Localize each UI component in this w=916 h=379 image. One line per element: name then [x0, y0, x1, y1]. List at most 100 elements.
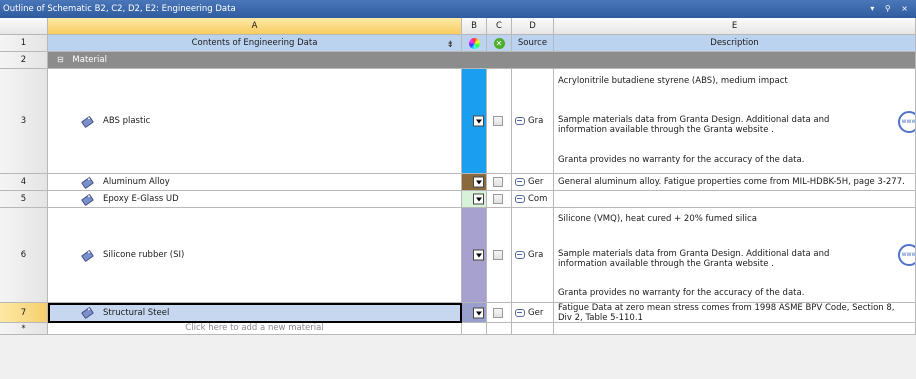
empty-cell — [554, 323, 916, 335]
material-name: Aluminum Alloy — [103, 177, 170, 187]
library-link-icon — [515, 178, 525, 186]
column-header-a[interactable]: A — [48, 18, 462, 35]
description-line: General aluminum alloy. Fatigue properti… — [558, 177, 905, 187]
engineering-data-grid: A B C D E 1 Contents of Engineering Data… — [0, 18, 916, 379]
suppress-checkbox[interactable] — [493, 250, 503, 260]
row-header-2[interactable]: 2 — [0, 52, 48, 69]
material-name: Structural Steel — [103, 307, 170, 318]
material-color-swatch[interactable] — [462, 303, 487, 323]
source-cell[interactable]: Ger — [512, 303, 554, 323]
material-cell[interactable]: ABS plastic — [48, 69, 462, 174]
description-line: Sample materials data from Granta Design… — [558, 249, 830, 269]
suppress-checkbox[interactable] — [493, 177, 503, 187]
suppress-cell — [487, 208, 512, 303]
description-cell[interactable]: General aluminum alloy. Fatigue properti… — [554, 174, 916, 191]
column-header-c[interactable]: C — [487, 18, 512, 35]
library-link-icon — [515, 251, 525, 259]
source-header: Source — [512, 35, 554, 52]
source-text: Ger — [528, 307, 544, 318]
description-header: Description — [554, 35, 916, 52]
row-header-3[interactable]: 3 — [0, 69, 48, 174]
column-header-b[interactable]: B — [462, 18, 487, 35]
suppress-checkbox[interactable] — [493, 194, 503, 204]
material-color-swatch[interactable] — [462, 69, 487, 174]
dropdown-button[interactable] — [473, 249, 484, 261]
dropdown-button[interactable] — [473, 193, 484, 205]
description-line: Granta provides no warranty for the accu… — [558, 155, 805, 165]
description-line: Granta provides no warranty for the accu… — [558, 288, 805, 298]
row-header-1[interactable]: 1 — [0, 35, 48, 52]
description-cell[interactable]: Acrylonitrile butadiene styrene (ABS), m… — [554, 69, 916, 174]
material-tag-icon — [82, 250, 92, 260]
column-header-d[interactable]: D — [512, 18, 554, 35]
row-header-7[interactable]: 7 — [0, 303, 48, 323]
sort-icon[interactable]: ⇟ — [446, 37, 454, 51]
material-color-swatch[interactable] — [462, 208, 487, 303]
material-color-swatch[interactable] — [462, 191, 487, 208]
description-line: Sample materials data from Granta Design… — [558, 115, 830, 135]
suppress-checkbox[interactable] — [493, 307, 503, 318]
panel-title: Outline of Schematic B2, C2, D2, E2: Eng… — [3, 4, 236, 14]
add-material-row[interactable]: Click here to add a new material — [48, 323, 462, 335]
www-link-icon[interactable]: www — [898, 111, 915, 133]
description-line: Fatigue Data at zero mean stress comes f… — [558, 303, 895, 323]
material-cell[interactable]: Silicone rubber (SI) — [48, 208, 462, 303]
row-header-5[interactable]: 5 — [0, 191, 48, 208]
library-link-icon — [515, 308, 525, 317]
material-name: Silicone rubber (SI) — [103, 250, 185, 260]
suppress-cell — [487, 69, 512, 174]
suppress-cell — [487, 303, 512, 323]
source-text: Gra — [528, 250, 544, 260]
source-cell[interactable]: Ger — [512, 174, 554, 191]
row-header-new[interactable]: * — [0, 323, 48, 335]
material-tag-icon — [82, 177, 92, 187]
empty-cell — [462, 323, 487, 335]
description-line: Silicone (VMQ), heat cured + 20% fumed s… — [558, 214, 757, 224]
material-name: ABS plastic — [103, 116, 151, 126]
library-link-icon — [515, 117, 525, 125]
material-tag-icon — [82, 308, 92, 317]
material-cell[interactable]: Epoxy E-Glass UD — [48, 191, 462, 208]
description-cell[interactable] — [554, 191, 916, 208]
category-row[interactable]: ⊟ Material — [48, 52, 916, 69]
panel-titlebar: Outline of Schematic B2, C2, D2, E2: Eng… — [0, 0, 916, 18]
panel-controls[interactable]: ▾ ⚲ × — [870, 0, 912, 18]
material-color-swatch[interactable] — [462, 174, 487, 191]
contents-header[interactable]: Contents of Engineering Data ⇟ — [48, 35, 462, 52]
material-cell-selected[interactable]: Structural Steel — [48, 303, 462, 323]
material-tag-icon — [82, 194, 92, 204]
source-text: Ger — [528, 177, 544, 187]
contents-header-label: Contents of Engineering Data — [191, 38, 318, 48]
empty-cell — [512, 323, 554, 335]
suppress-column-header: ✕ — [487, 35, 512, 52]
dropdown-button[interactable] — [473, 307, 484, 318]
library-link-icon — [515, 195, 525, 203]
description-cell[interactable]: Fatigue Data at zero mean stress comes f… — [554, 303, 916, 323]
row-header-6[interactable]: 6 — [0, 208, 48, 303]
material-tag-icon — [82, 116, 92, 126]
row-header-4[interactable]: 4 — [0, 174, 48, 191]
suppress-checkbox[interactable] — [493, 116, 503, 126]
column-header-e[interactable]: E — [554, 18, 916, 35]
color-wheel-icon — [468, 38, 480, 49]
material-name: Epoxy E-Glass UD — [103, 194, 179, 204]
green-x-icon: ✕ — [493, 38, 505, 49]
empty-cell — [487, 323, 512, 335]
description-cell[interactable]: Silicone (VMQ), heat cured + 20% fumed s… — [554, 208, 916, 303]
color-column-header — [462, 35, 487, 52]
source-cell[interactable]: Gra — [512, 69, 554, 174]
description-line: Acrylonitrile butadiene styrene (ABS), m… — [558, 76, 788, 86]
category-label: Material — [72, 55, 107, 65]
material-cell[interactable]: Aluminum Alloy — [48, 174, 462, 191]
source-cell[interactable]: Com — [512, 191, 554, 208]
dropdown-button[interactable] — [473, 176, 484, 188]
source-text: Com — [528, 194, 548, 204]
corner-header[interactable] — [0, 18, 48, 35]
source-text: Gra — [528, 116, 544, 126]
collapse-icon[interactable]: ⊟ — [57, 55, 64, 64]
suppress-cell — [487, 191, 512, 208]
source-cell[interactable]: Gra — [512, 208, 554, 303]
dropdown-button[interactable] — [473, 115, 484, 127]
suppress-cell — [487, 174, 512, 191]
www-link-icon[interactable]: www — [898, 244, 915, 266]
